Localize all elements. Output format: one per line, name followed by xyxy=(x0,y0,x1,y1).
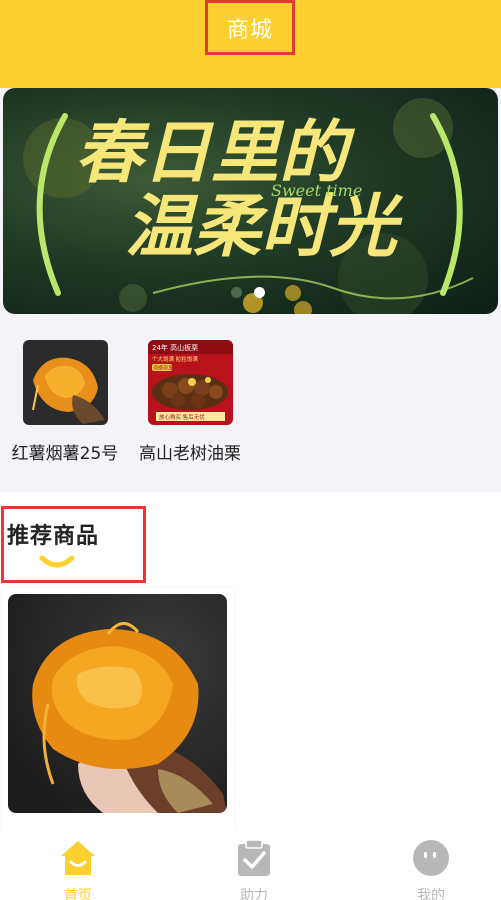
product-image[interactable] xyxy=(8,594,227,813)
product-card[interactable] xyxy=(2,588,234,833)
carousel-indicators xyxy=(231,287,265,298)
chestnut-thumbnail: 24年 高山板栗 个大饱满 粒粒饱满 现摘现发 放心购买 售后无忧 xyxy=(148,340,233,425)
recommend-title-highlight: 推荐商品 xyxy=(1,506,146,583)
tab-label: 首页 xyxy=(64,888,92,900)
category-item-sweet-potato[interactable]: 红薯烟薯25号 xyxy=(0,340,130,464)
mall-page: 商城 春日里的 温柔时光 Sweet time 红薯烟薯25号 24年 高山板栗… xyxy=(0,0,501,900)
carousel-dot[interactable] xyxy=(231,287,242,298)
page-title: 商城 xyxy=(226,17,273,43)
chestnut-poster-bottom: 放心购买 售后无忧 xyxy=(159,413,205,421)
banner-script-text: Sweet time xyxy=(271,181,362,200)
category-shortcuts: 红薯烟薯25号 24年 高山板栗 个大饱满 粒粒饱满 现摘现发 放心购买 售后无… xyxy=(0,314,501,492)
tab-assist[interactable]: 助力 xyxy=(214,838,294,900)
chestnut-poster-tag: 现摘现发 xyxy=(153,365,173,372)
home-icon xyxy=(61,841,95,875)
tab-home[interactable]: 首页 xyxy=(38,838,118,900)
category-label: 红薯烟薯25号 xyxy=(11,444,119,464)
recommend-section: 推荐商品 xyxy=(0,492,501,833)
carousel-dot-active[interactable] xyxy=(254,287,265,298)
tab-label: 我的 xyxy=(417,888,445,900)
bottom-tab-bar: 首页 助力 我的 xyxy=(0,832,501,900)
top-header: 商城 xyxy=(0,0,501,88)
banner-artwork: 春日里的 温柔时光 Sweet time xyxy=(23,98,474,314)
banner-carousel[interactable]: 春日里的 温柔时光 Sweet time xyxy=(3,88,498,314)
category-item-chestnut[interactable]: 24年 高山板栗 个大饱满 粒粒饱满 现摘现发 放心购买 售后无忧 高山老树油栗 xyxy=(125,340,255,464)
chestnut-poster-top: 24年 高山板栗 xyxy=(152,343,198,352)
smile-underline-icon xyxy=(39,555,75,568)
header-title-highlight: 商城 xyxy=(205,0,295,55)
category-label: 高山老树油栗 xyxy=(139,444,241,464)
tab-profile[interactable]: 我的 xyxy=(391,838,471,900)
chestnut-poster-sub: 个大饱满 粒粒饱满 xyxy=(152,355,198,363)
profile-face-icon xyxy=(413,840,449,876)
clipboard-check-icon xyxy=(238,839,270,876)
tab-label: 助力 xyxy=(240,888,268,900)
section-title: 推荐商品 xyxy=(7,524,100,549)
sweet-potato-thumbnail xyxy=(23,340,108,425)
